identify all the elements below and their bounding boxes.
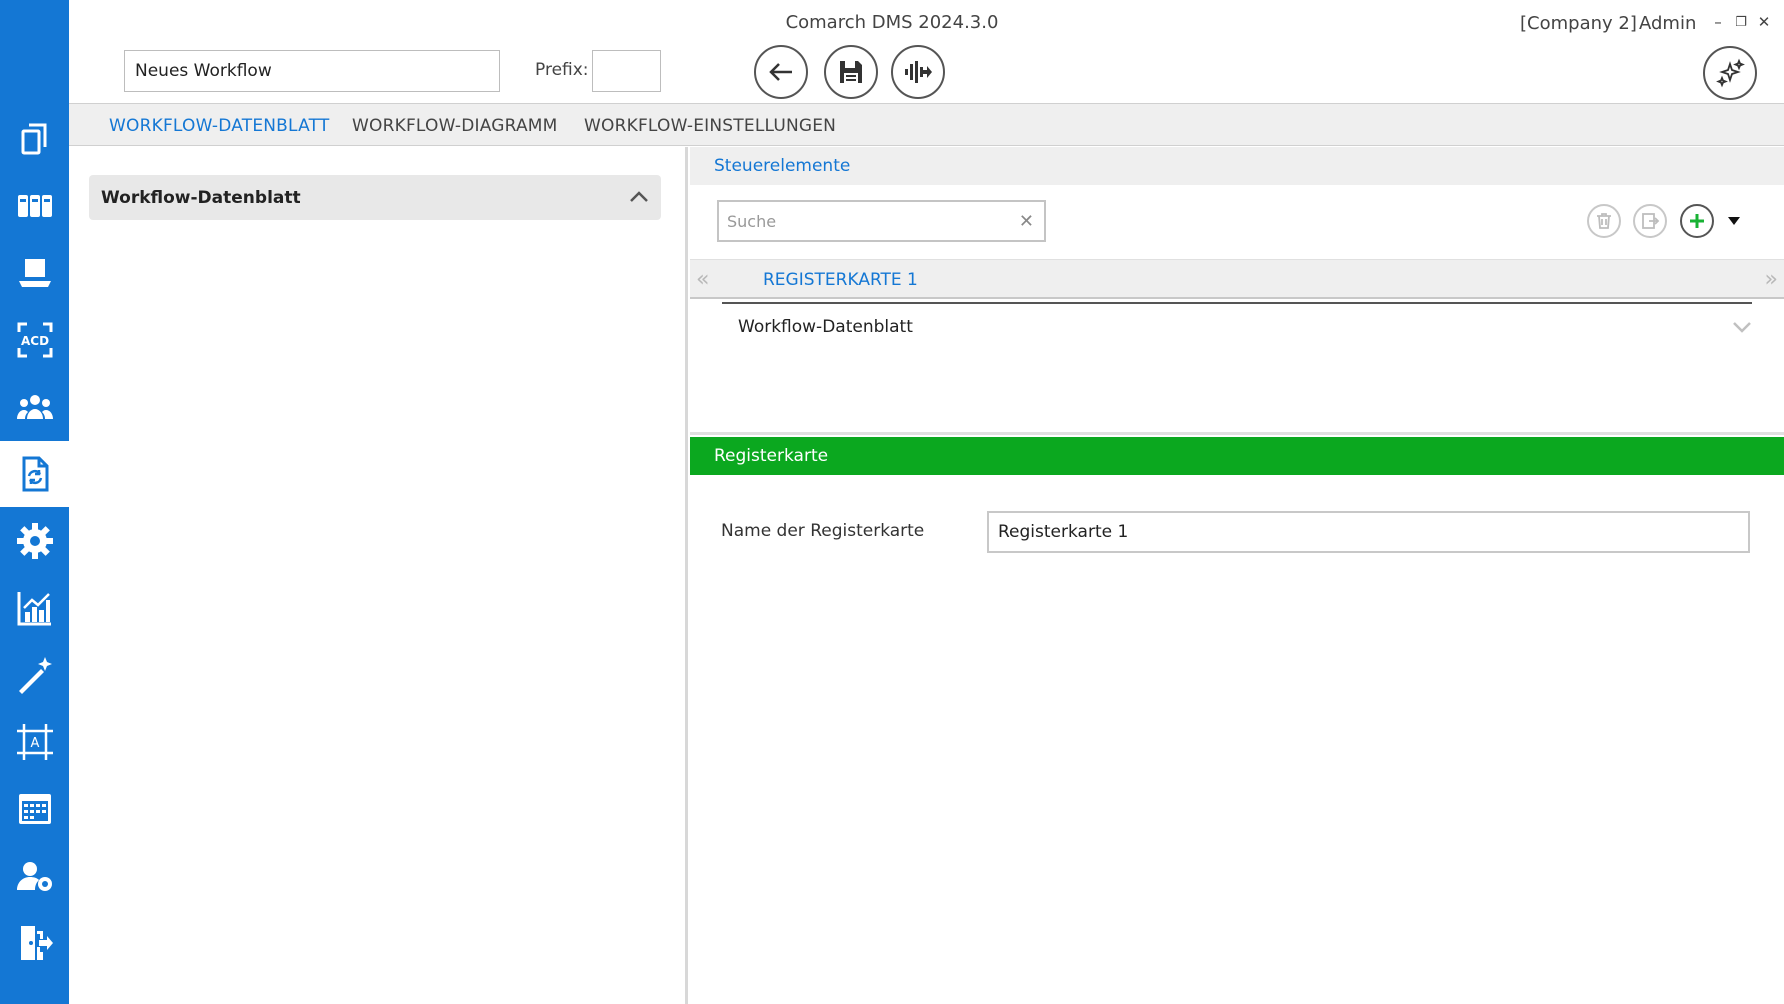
- sidebar-item-users[interactable]: [0, 374, 69, 440]
- divider: [722, 302, 1752, 304]
- arrow-left-icon: [769, 63, 792, 81]
- save-icon: [840, 61, 862, 83]
- delete-button[interactable]: [1587, 204, 1621, 238]
- reports-icon: [17, 592, 51, 626]
- minimize-button[interactable]: –: [1710, 13, 1726, 31]
- svg-text:A: A: [30, 736, 39, 751]
- controls-title: Steuerelemente: [714, 156, 851, 176]
- add-button[interactable]: [1680, 204, 1714, 238]
- clear-icon[interactable]: ✕: [1019, 211, 1034, 232]
- sidebar-item-calendar[interactable]: [0, 776, 69, 842]
- right-panel: Steuerelemente ✕ « REGISTERKARTE 1 » Wor…: [690, 147, 1784, 1004]
- sidebar-item-ocr[interactable]: ACD: [0, 307, 69, 373]
- users-icon: [16, 395, 53, 419]
- add-dropdown-caret-icon[interactable]: [1728, 217, 1740, 225]
- controls-header: Steuerelemente: [690, 147, 1784, 185]
- sidebar-item-documents[interactable]: [0, 106, 69, 172]
- prefix-label: Prefix:: [535, 60, 589, 80]
- register-strip: « REGISTERKARTE 1 »: [690, 259, 1784, 299]
- sidebar-item-workflow[interactable]: [0, 441, 69, 507]
- trash-icon: [1597, 213, 1611, 229]
- waveform-arrow-icon: [905, 61, 932, 83]
- register-tab-1[interactable]: REGISTERKARTE 1: [763, 270, 918, 290]
- publish-button[interactable]: [891, 45, 945, 99]
- repository-icon: [17, 195, 52, 217]
- company-label: [Company 2]: [1520, 13, 1637, 34]
- save-button[interactable]: [824, 45, 878, 99]
- search-input[interactable]: [727, 210, 997, 232]
- tab-workflow-diagramm[interactable]: WORKFLOW-DIAGRAMM: [352, 116, 558, 136]
- svg-text:ACD: ACD: [20, 334, 48, 348]
- list-item-workflow-datenblatt[interactable]: Workflow-Datenblatt: [738, 317, 913, 337]
- plus-icon: [1690, 214, 1704, 228]
- tab-name-label: Name der Registerkarte: [721, 521, 925, 541]
- chevron-up-icon[interactable]: [627, 185, 651, 209]
- left-panel: Workflow-Datenblatt: [69, 147, 688, 1004]
- section-title: Workflow-Datenblatt: [101, 188, 301, 208]
- restore-button[interactable]: ❐: [1733, 14, 1749, 30]
- tab-workflow-datenblatt[interactable]: WORKFLOW-DATENBLATT: [109, 116, 329, 136]
- settings-icon: [16, 523, 53, 559]
- sidebar-item-wizard[interactable]: [0, 642, 69, 708]
- workstation-icon: [18, 259, 51, 287]
- wizard-icon: [18, 657, 52, 694]
- section-header-workflow-datenblatt[interactable]: Workflow-Datenblatt: [89, 175, 661, 220]
- sidebar-item-workstation[interactable]: [0, 240, 69, 306]
- search-box: ✕: [717, 200, 1046, 242]
- sidebar: ACD A: [0, 0, 69, 1004]
- ai-assistant-button[interactable]: [1703, 46, 1757, 100]
- chevron-down-icon[interactable]: [1730, 315, 1754, 339]
- tab-workflow-einstellungen[interactable]: WORKFLOW-EINSTELLUNGEN: [584, 116, 836, 136]
- sidebar-item-repository[interactable]: [0, 173, 69, 239]
- nav-next-icon[interactable]: »: [1765, 267, 1778, 292]
- move-button[interactable]: [1633, 204, 1667, 238]
- tabs-bar: WORKFLOW-DATENBLATT WORKFLOW-DIAGRAMM WO…: [69, 103, 1784, 146]
- workflow-name-input[interactable]: [124, 50, 500, 92]
- app-title: Comarch DMS 2024.3.0: [785, 12, 999, 33]
- nav-prev-icon[interactable]: «: [696, 267, 709, 292]
- tab-name-input[interactable]: [987, 511, 1750, 553]
- properties-title: Registerkarte: [714, 446, 829, 466]
- user-settings-icon: [16, 862, 52, 891]
- prefix-input[interactable]: [592, 50, 661, 92]
- template-icon: A: [16, 724, 53, 760]
- documents-icon: [21, 123, 46, 155]
- sidebar-item-template[interactable]: A: [0, 709, 69, 775]
- back-button[interactable]: [754, 45, 808, 99]
- sidebar-item-logout[interactable]: [0, 910, 69, 976]
- sidebar-item-user-settings[interactable]: [0, 843, 69, 909]
- ocr-icon: ACD: [17, 322, 52, 358]
- close-button[interactable]: ✕: [1756, 13, 1772, 31]
- properties-header: Registerkarte: [690, 437, 1784, 475]
- panel-divider: [690, 432, 1784, 435]
- user-label: Admin: [1639, 13, 1697, 34]
- logout-icon: [20, 926, 53, 960]
- sparkles-icon: [1716, 58, 1745, 88]
- move-out-icon: [1642, 213, 1660, 229]
- calendar-icon: [18, 794, 51, 824]
- sidebar-item-reports[interactable]: [0, 575, 69, 641]
- workflow-icon: [22, 456, 48, 492]
- sidebar-item-settings[interactable]: [0, 508, 69, 574]
